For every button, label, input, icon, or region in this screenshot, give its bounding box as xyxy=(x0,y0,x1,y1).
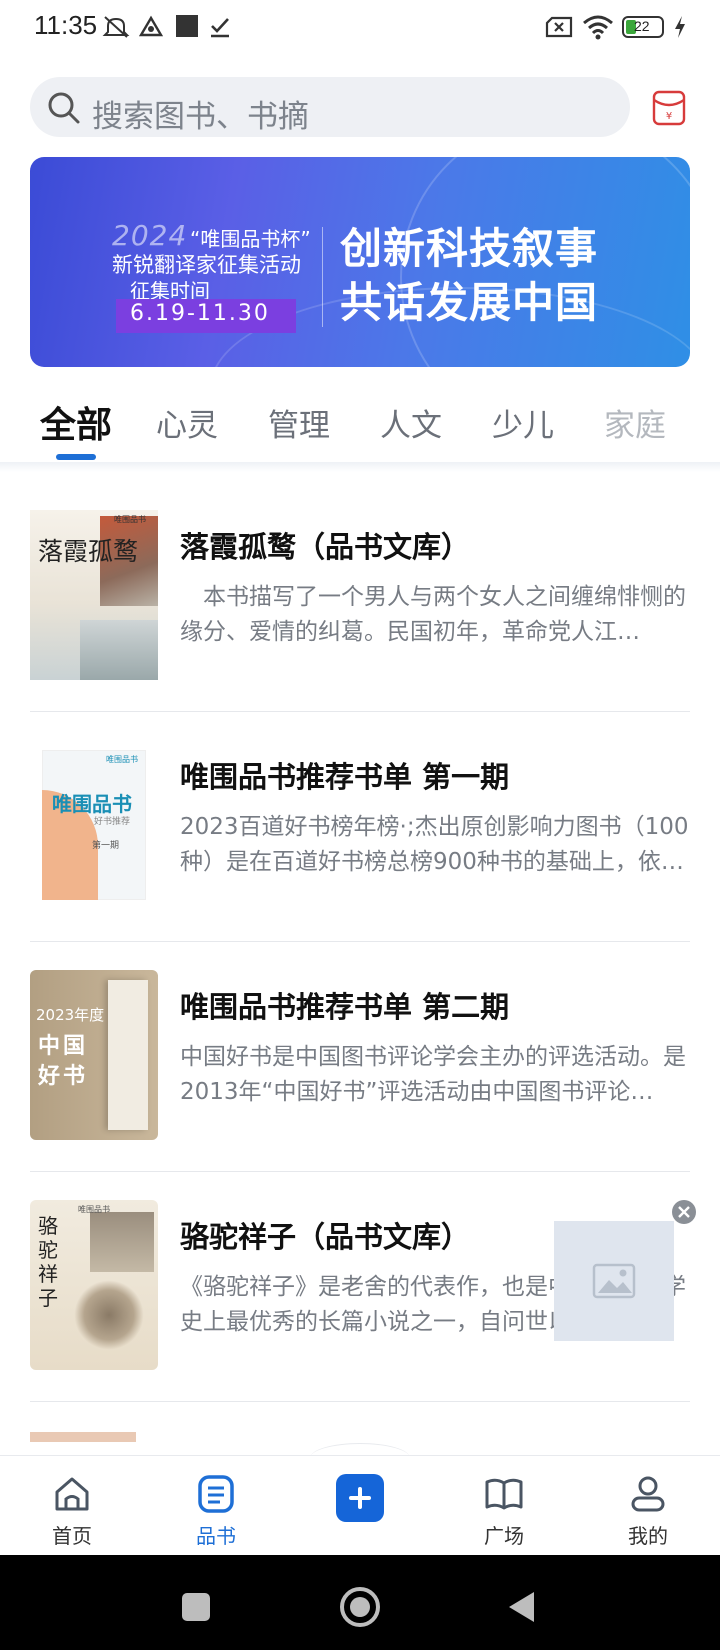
cover-line-1: 中国 xyxy=(38,1034,89,1059)
check-notification-icon xyxy=(211,18,229,38)
plus-icon xyxy=(349,1487,371,1509)
banner-headline-2: 共话发展中国 xyxy=(340,278,599,327)
status-bar: 11:35 22 xyxy=(0,0,720,58)
tab-all[interactable]: 全部 xyxy=(40,396,112,448)
app-notification-icon xyxy=(138,15,164,37)
book-list-icon xyxy=(198,1475,234,1513)
home-icon xyxy=(55,1477,89,1511)
nav-label: 首页 xyxy=(52,1524,92,1548)
book-cover: 骆驼祥子 唯围品书 xyxy=(30,1200,158,1370)
mute-icon xyxy=(102,16,130,38)
status-time: 11:35 xyxy=(34,10,98,40)
square-notification-icon xyxy=(176,15,198,37)
active-tab-indicator xyxy=(56,454,96,460)
red-packet-icon[interactable]: ¥ xyxy=(652,88,686,126)
list-item[interactable]: 落霞孤鹜 唯围品书 落霞孤鹜（品书文库） 本书描写了一个男人与两个女人之间缠绵悱… xyxy=(30,482,690,712)
cover-brand: 唯围品书 xyxy=(78,1205,110,1214)
nav-label: 我的 xyxy=(628,1524,668,1548)
cover-title: 骆驼祥子 xyxy=(38,1214,58,1310)
book-description: 中国好书是中国图书评论学会主办的评选活动。是2013年“中国好书”评选活动由中国… xyxy=(180,1044,686,1105)
svg-text:¥: ¥ xyxy=(666,111,672,122)
battery-icon: 22 xyxy=(622,16,664,38)
book-title: 唯围品书推荐书单 第二期 xyxy=(180,990,510,1024)
no-sim-icon xyxy=(545,16,573,38)
tab-humanities[interactable]: 人文 xyxy=(380,400,442,445)
profile-icon xyxy=(631,1476,665,1512)
image-placeholder-icon xyxy=(592,1263,636,1299)
banner-dates: 6.19-11.30 xyxy=(130,301,270,326)
category-tabs: 全部 心灵 管理 人文 少儿 家庭 xyxy=(0,392,720,462)
book-cover: 2023年度 中国 好书 xyxy=(30,970,158,1140)
cover-subtitle: 好书推荐 xyxy=(94,817,131,827)
cover-issue: 第一期 xyxy=(92,841,120,851)
recent-apps-button[interactable] xyxy=(182,1593,210,1621)
nav-pinshu[interactable]: 品书 xyxy=(166,1456,266,1556)
system-nav-bar xyxy=(0,1555,720,1650)
cover-line-2: 好书 xyxy=(38,1064,89,1089)
tabs-shadow xyxy=(0,462,720,472)
next-item-peek xyxy=(30,1432,136,1442)
create-button[interactable] xyxy=(336,1474,384,1522)
list-item[interactable]: 唯围品书 好书推荐 第一期 唯围品书 唯围品书推荐书单 第一期 2023百道好书… xyxy=(30,712,690,942)
book-title: 唯围品书推荐书单 第一期 xyxy=(180,760,510,794)
tab-family[interactable]: 家庭 xyxy=(604,400,666,445)
wifi-icon xyxy=(583,15,613,40)
open-book-icon xyxy=(485,1478,523,1510)
search-placeholder: 搜索图书、书摘 xyxy=(92,99,309,135)
nav-home[interactable]: 首页 xyxy=(22,1456,122,1556)
book-description: 2023百道好书榜年榜·;杰出原创影响力图书（100种）是在百道好书榜总榜900… xyxy=(180,814,689,875)
cover-year: 2023年度 xyxy=(36,1006,105,1024)
banner-cup-title: “唯围品书杯” xyxy=(190,227,311,251)
home-button[interactable] xyxy=(340,1587,380,1627)
banner-year: 2024 xyxy=(112,219,188,252)
tab-children[interactable]: 少儿 xyxy=(492,400,554,445)
nav-square[interactable]: 广场 xyxy=(454,1456,554,1556)
banner-headline-1: 创新科技叙事 xyxy=(340,224,599,273)
book-cover: 唯围品书 好书推荐 第一期 唯围品书 xyxy=(30,740,158,910)
cover-brand: 唯围品书 xyxy=(114,515,146,524)
cover-title: 唯围品书 xyxy=(52,792,132,816)
nav-profile[interactable]: 我的 xyxy=(598,1456,698,1556)
nav-label: 品书 xyxy=(196,1524,236,1548)
floating-ad[interactable] xyxy=(554,1221,674,1341)
cover-book-spine xyxy=(108,980,148,1130)
charging-icon xyxy=(675,16,685,38)
home-button-dot xyxy=(350,1597,370,1617)
divider xyxy=(30,1401,690,1402)
book-cover: 落霞孤鹜 唯围品书 xyxy=(30,510,158,680)
banner-divider xyxy=(322,227,323,327)
cover-title: 落霞孤鹜 xyxy=(38,537,139,566)
tab-management[interactable]: 管理 xyxy=(268,400,330,445)
search-input[interactable]: 搜索图书、书摘 xyxy=(30,77,630,137)
search-icon xyxy=(48,92,80,124)
camel-illustration xyxy=(74,1280,144,1350)
close-ad-button[interactable] xyxy=(672,1200,696,1224)
cover-illustration xyxy=(80,620,158,680)
book-title: 骆驼祥子（品书文库） xyxy=(180,1220,471,1254)
book-description: 本书描写了一个男人与两个女人之间缠绵悱恻的缘分、爱情的纠葛。民国初年，革命党人江… xyxy=(180,584,686,645)
close-icon xyxy=(678,1206,690,1218)
tab-mind[interactable]: 心灵 xyxy=(156,400,218,445)
nav-label: 广场 xyxy=(484,1524,524,1548)
promo-banner[interactable]: 2024 “唯围品书杯” 新锐翻译家征集活动 征集时间 6.19-11.30 创… xyxy=(30,157,690,367)
list-item[interactable]: 2023年度 中国 好书 唯围品书推荐书单 第二期 中国好书是中国图书评论学会主… xyxy=(30,942,690,1172)
cover-illustration xyxy=(90,1212,154,1272)
back-button[interactable] xyxy=(506,1589,536,1625)
cover-brand: 唯围品书 xyxy=(106,755,138,764)
battery-level: 22 xyxy=(634,18,650,34)
book-title: 落霞孤鹜（品书文库） xyxy=(180,530,471,564)
